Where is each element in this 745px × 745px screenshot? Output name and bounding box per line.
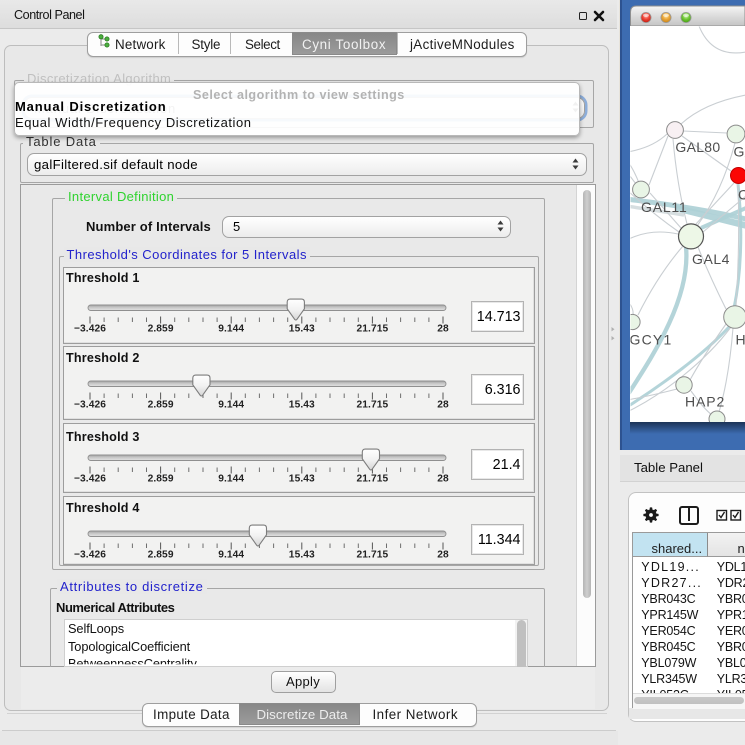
svg-text:2.859: 2.859 [148, 323, 174, 334]
svg-text:9.144: 9.144 [218, 550, 244, 561]
svg-text:28: 28 [437, 323, 449, 334]
svg-text:2.859: 2.859 [148, 550, 174, 561]
svg-text:GAL80: GAL80 [675, 139, 720, 155]
svg-text:21.715: 21.715 [357, 323, 389, 334]
svg-text:2.859: 2.859 [148, 399, 174, 410]
svg-text:9.144: 9.144 [218, 399, 244, 410]
svg-text:15.43: 15.43 [289, 399, 315, 410]
svg-text:21.715: 21.715 [357, 550, 389, 561]
svg-text:2.859: 2.859 [148, 474, 174, 485]
svg-text:−3.426: −3.426 [74, 550, 106, 561]
svg-text:−3.426: −3.426 [74, 474, 106, 485]
svg-text:15.43: 15.43 [289, 474, 315, 485]
svg-text:15.43: 15.43 [289, 550, 315, 561]
svg-text:28: 28 [437, 550, 449, 561]
svg-text:9.144: 9.144 [218, 323, 244, 334]
svg-text:21.715: 21.715 [357, 399, 389, 410]
svg-text:−3.426: −3.426 [74, 323, 106, 334]
svg-text:9.144: 9.144 [218, 474, 244, 485]
svg-text:21.715: 21.715 [357, 474, 389, 485]
svg-text:28: 28 [437, 474, 449, 485]
svg-text:GCY1: GCY1 [630, 332, 673, 348]
svg-text:GAL4: GAL4 [692, 251, 730, 267]
svg-text:−3.426: −3.426 [74, 399, 106, 410]
svg-text:C: C [738, 187, 745, 203]
svg-text:GAL11: GAL11 [641, 199, 688, 215]
svg-text:GA: GA [734, 144, 745, 160]
svg-text:H: H [736, 332, 745, 348]
svg-text:HAP2: HAP2 [685, 394, 725, 410]
svg-text:28: 28 [437, 399, 449, 410]
svg-text:15.43: 15.43 [289, 323, 315, 334]
